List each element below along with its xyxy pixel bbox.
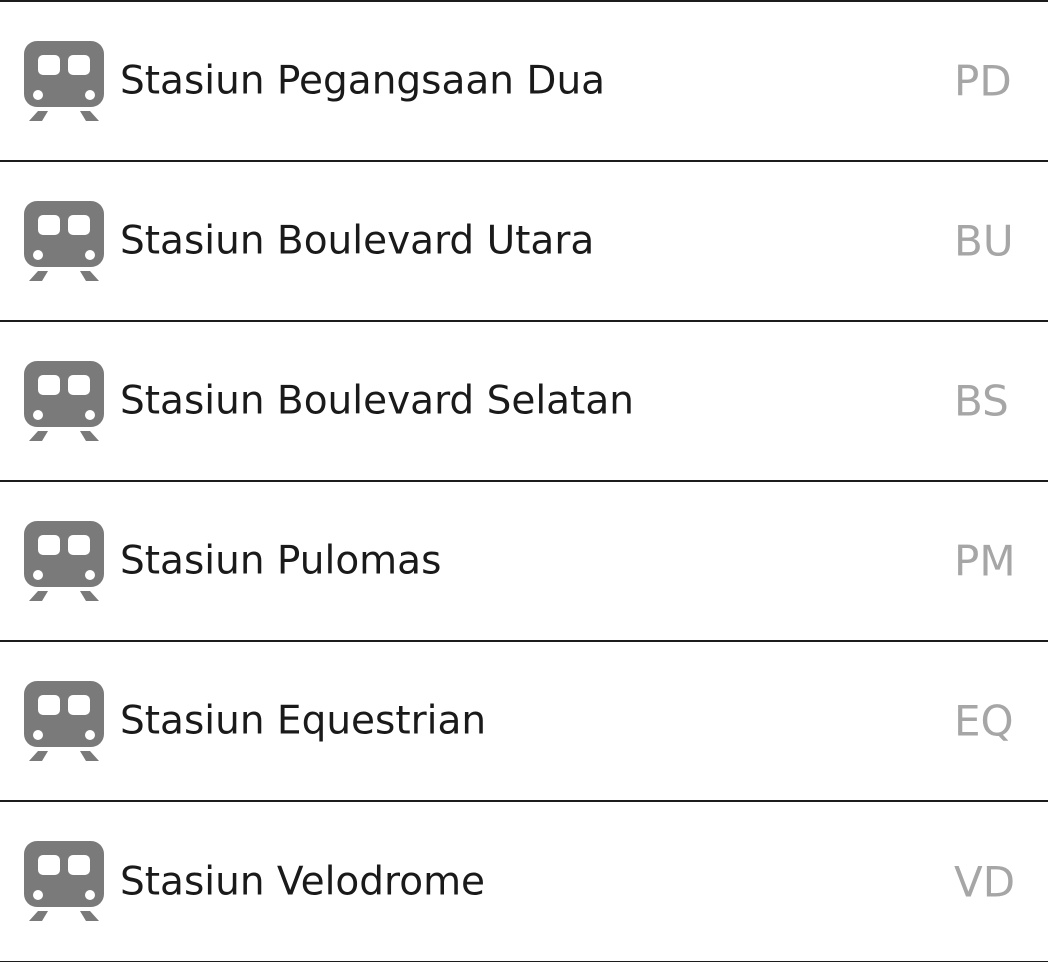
train-icon (24, 361, 104, 441)
station-row-pegangsaan-dua[interactable]: Stasiun Pegangsaan Dua PD (0, 2, 1048, 162)
station-row-equestrian[interactable]: Stasiun Equestrian EQ (0, 642, 1048, 802)
station-row-boulevard-selatan[interactable]: Stasiun Boulevard Selatan BS (0, 322, 1048, 482)
station-row-boulevard-utara[interactable]: Stasiun Boulevard Utara BU (0, 162, 1048, 322)
station-row-velodrome[interactable]: Stasiun Velodrome VD (0, 802, 1048, 962)
station-row-pulomas[interactable]: Stasiun Pulomas PM (0, 482, 1048, 642)
station-name: Stasiun Boulevard Selatan (120, 378, 634, 424)
station-name: Stasiun Velodrome (120, 859, 486, 904)
train-icon (24, 41, 104, 121)
station-name: Stasiun Pegangsaan Dua (120, 58, 606, 104)
station-name: Stasiun Boulevard Utara (120, 218, 595, 264)
station-code: PM (954, 536, 1016, 586)
station-code: EQ (954, 696, 1014, 746)
station-code: VD (954, 857, 1016, 906)
station-code: BU (954, 216, 1014, 266)
station-list: Stasiun Pegangsaan Dua PD Stasiun Boulev… (0, 0, 1048, 962)
station-name: Stasiun Pulomas (120, 538, 442, 584)
train-icon (24, 841, 104, 921)
station-code: PD (954, 56, 1012, 106)
station-code: BS (954, 376, 1009, 426)
station-name: Stasiun Equestrian (120, 698, 487, 744)
train-icon (24, 681, 104, 761)
train-icon (24, 521, 104, 601)
train-icon (24, 201, 104, 281)
